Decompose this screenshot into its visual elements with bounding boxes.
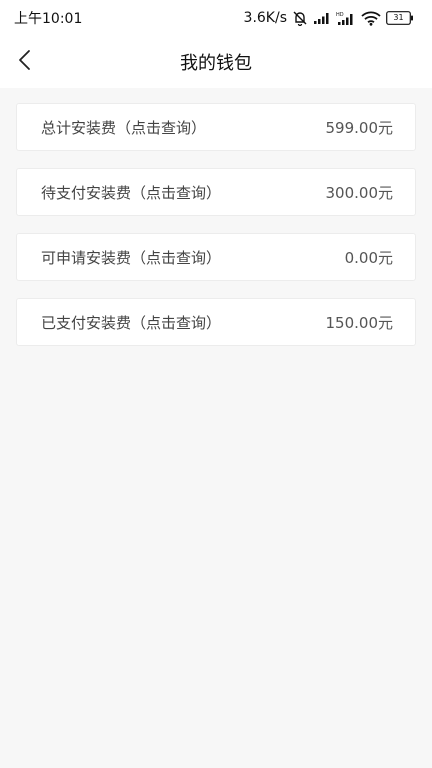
fee-item-pending[interactable]: 待支付安装费（点击查询） 300.00元 (16, 168, 416, 216)
fee-list: 总计安装费（点击查询） 599.00元 待支付安装费（点击查询） 300.00元… (16, 103, 416, 363)
fee-item-label: 可申请安装费（点击查询） (41, 248, 222, 267)
signal-icon (313, 11, 331, 25)
fee-item-value: 0.00元 (344, 248, 393, 267)
page-title: 我的钱包 (180, 53, 252, 74)
fee-item-value: 599.00元 (325, 118, 394, 137)
battery-level: 31 (393, 13, 404, 22)
status-time: 上午10:01 (14, 11, 83, 27)
chevron-left-icon (17, 49, 33, 75)
fee-item-applicable[interactable]: 可申请安装费（点击查询） 0.00元 (16, 233, 416, 281)
status-icons: 3.6K/s HD 31 (244, 10, 414, 26)
fee-item-value: 300.00元 (325, 183, 394, 202)
hd-signal-icon: HD (336, 11, 356, 26)
wifi-icon (361, 11, 381, 26)
battery-icon: 31 (386, 11, 414, 25)
header-bar: 我的钱包 (0, 36, 432, 88)
status-bar: 上午10:01 3.6K/s HD 31 (0, 0, 432, 36)
fee-item-label: 总计安装费（点击查询） (41, 118, 207, 137)
fee-item-value: 150.00元 (325, 313, 394, 332)
fee-item-label: 已支付安装费（点击查询） (41, 313, 222, 332)
fee-item-total[interactable]: 总计安装费（点击查询） 599.00元 (16, 103, 416, 151)
net-speed: 3.6K/s (243, 10, 287, 26)
svg-text:HD: HD (336, 12, 344, 18)
fee-item-paid[interactable]: 已支付安装费（点击查询） 150.00元 (16, 298, 416, 346)
mute-bell-icon (292, 10, 308, 26)
fee-item-label: 待支付安装费（点击查询） (41, 183, 222, 202)
back-button[interactable] (10, 47, 40, 77)
